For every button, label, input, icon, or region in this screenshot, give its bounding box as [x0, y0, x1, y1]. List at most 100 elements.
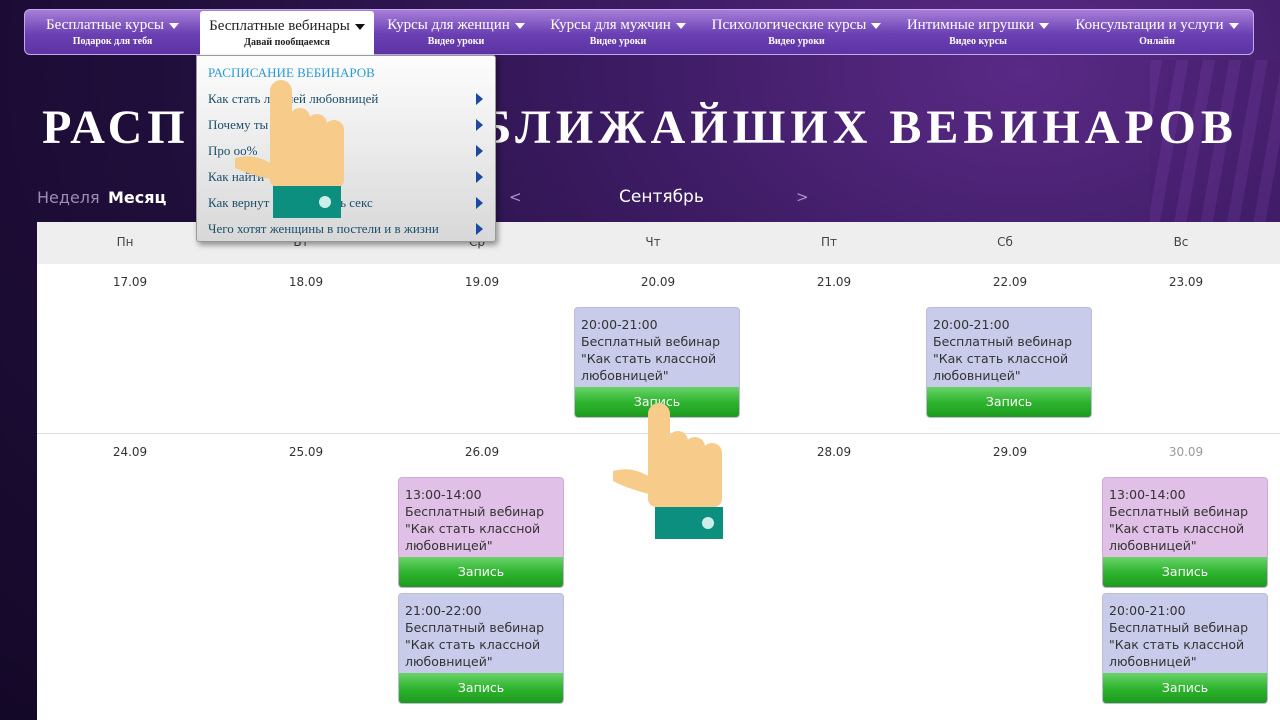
register-button[interactable]: Запись — [399, 557, 563, 587]
event-name: "Как стать классной — [405, 521, 541, 536]
event-name: любовницей" — [933, 368, 1021, 383]
chevron-right-icon — [476, 119, 483, 131]
register-button[interactable]: Запись — [1103, 673, 1267, 703]
caret-down-icon — [168, 22, 179, 29]
nav-label: Бесплатные курсы — [46, 17, 164, 33]
event-name: "Как стать классной — [1109, 521, 1245, 536]
event-title: Бесплатный вебинар — [581, 334, 721, 349]
register-button[interactable]: Запись — [1103, 557, 1267, 587]
page-title: РАСП БЛИЖАЙШИХ ВЕБИНАРОВ — [0, 100, 1280, 155]
nav-label: Бесплатные вебинары — [209, 18, 350, 34]
nav-label: Курсы для женщин — [387, 17, 510, 33]
pointing-hand-icon — [235, 80, 344, 218]
nav-sub: Онлайн — [1139, 36, 1175, 47]
register-button[interactable]: Запись — [927, 387, 1091, 417]
caret-down-icon — [871, 22, 882, 29]
pointing-hand-icon — [613, 403, 723, 539]
nav-sub: Давай пообщаемся — [244, 37, 330, 48]
page-title-right: БЛИЖАЙШИХ ВЕБИНАРОВ — [479, 101, 1238, 154]
date-cell: 24.09 — [112, 445, 148, 459]
date-cell: 23.09 — [1168, 275, 1204, 289]
dropdown-header[interactable]: РАСПИСАНИЕ ВЕБИНАРОВ — [208, 65, 483, 81]
event-name: "Как стать классной — [933, 351, 1069, 366]
date-cell: 30.09 — [1168, 445, 1204, 459]
dropdown-item[interactable]: Чего хотят женщины в постели и в жизни — [208, 221, 483, 237]
nav-sub: Видео уроки — [768, 36, 825, 47]
event-time: 21:00-22:00 — [405, 603, 482, 618]
nav-women-courses[interactable]: Курсы для женщин Видео уроки — [374, 10, 538, 54]
weekday-label: Пт — [820, 235, 837, 249]
next-month-button[interactable]: > — [796, 188, 809, 206]
event-title: Бесплатный вебинар — [1109, 504, 1249, 519]
date-cell: 21.09 — [816, 275, 852, 289]
event-name: любовницей" — [1109, 654, 1197, 669]
nav-label: Консультации и услуги — [1075, 17, 1224, 33]
date-cell: 17.09 — [112, 275, 148, 289]
event-title: Бесплатный вебинар — [405, 620, 545, 635]
date-cell: 26.09 — [464, 445, 500, 459]
weekday-label: Вс — [1173, 235, 1189, 249]
nav-label: Интимные игрушки — [906, 17, 1035, 33]
date-cell: 28.09 — [816, 445, 852, 459]
month-title: Сентябрь — [619, 187, 704, 207]
nav-label: Курсы для мужчин — [550, 17, 671, 33]
event-name: "Как стать классной — [1109, 637, 1245, 652]
date-cell: 22.09 — [992, 275, 1028, 289]
date-cell: 25.09 — [288, 445, 324, 459]
caret-down-icon — [514, 22, 525, 29]
event-card[interactable]: 21:00-22:00 Бесплатный вебинар "Как стат… — [398, 593, 564, 704]
event-time: 13:00-14:00 — [405, 487, 482, 502]
event-time: 20:00-21:00 — [1109, 603, 1186, 618]
date-cell: 20.09 — [640, 275, 676, 289]
event-title: Бесплатный вебинар — [405, 504, 545, 519]
event-name: любовницей" — [405, 538, 493, 553]
chevron-right-icon — [476, 223, 483, 235]
nav-sub: Видео уроки — [427, 36, 485, 47]
nav-sub: Видео уроки — [589, 36, 647, 47]
nav-free-webinars[interactable]: Бесплатные вебинары Давай пообщаемся — [200, 11, 374, 55]
event-title: Бесплатный вебинар — [1109, 620, 1249, 635]
event-name: любовницей" — [581, 368, 669, 383]
event-time: 20:00-21:00 — [581, 317, 658, 332]
event-card[interactable]: 13:00-14:00 Бесплатный вебинар "Как стат… — [1102, 477, 1268, 588]
event-name: "Как стать классной — [405, 637, 541, 652]
caret-down-icon — [675, 22, 686, 29]
chevron-right-icon — [476, 145, 483, 157]
date-cell: 29.09 — [992, 445, 1028, 459]
nav-label: Психологические курсы — [711, 17, 867, 33]
chevron-right-icon — [476, 197, 483, 209]
nav-psychology-courses[interactable]: Психологические курсы Видео уроки — [698, 10, 895, 54]
chevron-right-icon — [476, 171, 483, 183]
event-time: 20:00-21:00 — [933, 317, 1010, 332]
weekday-label: Сб — [997, 235, 1013, 249]
nav-free-courses[interactable]: Бесплатные курсы Подарок для тебя — [25, 10, 200, 54]
prev-month-button[interactable]: < — [509, 188, 522, 206]
main-nav: Бесплатные курсы Подарок для тебя Беспла… — [24, 9, 1254, 55]
nav-intimate-toys[interactable]: Интимные игрушки Видео курсы — [895, 10, 1061, 54]
event-name: любовницей" — [405, 654, 493, 669]
nav-sub: Видео курсы — [949, 36, 1007, 47]
nav-consultations[interactable]: Консультации и услуги Онлайн — [1061, 10, 1253, 54]
view-week-link[interactable]: Неделя — [37, 188, 100, 207]
view-month-link[interactable]: Месяц — [108, 188, 166, 207]
chevron-right-icon — [476, 93, 483, 105]
page-title-left: РАСП — [42, 101, 190, 154]
nav-sub: Подарок для тебя — [72, 36, 153, 47]
caret-down-icon — [1228, 22, 1239, 29]
event-card[interactable]: 20:00-21:00 Бесплатный вебинар "Как стат… — [1102, 593, 1268, 704]
weekday-label: Чт — [645, 235, 661, 249]
nav-men-courses[interactable]: Курсы для мужчин Видео уроки — [538, 10, 698, 54]
event-time: 13:00-14:00 — [1109, 487, 1186, 502]
date-cell: 19.09 — [464, 275, 500, 289]
dropdown-item-label: Чего хотят женщины в постели и в жизни — [208, 221, 439, 236]
event-title: Бесплатный вебинар — [933, 334, 1073, 349]
date-cell: 18.09 — [288, 275, 324, 289]
weekday-label: Пн — [116, 235, 134, 249]
event-name: "Как стать классной — [581, 351, 717, 366]
caret-down-icon — [354, 23, 365, 30]
register-button[interactable]: Запись — [399, 673, 563, 703]
event-card[interactable]: 20:00-21:00 Бесплатный вебинар "Как стат… — [574, 307, 740, 418]
event-card[interactable]: 20:00-21:00 Бесплатный вебинар "Как стат… — [926, 307, 1092, 418]
event-card[interactable]: 13:00-14:00 Бесплатный вебинар "Как стат… — [398, 477, 564, 588]
event-name: любовницей" — [1109, 538, 1197, 553]
